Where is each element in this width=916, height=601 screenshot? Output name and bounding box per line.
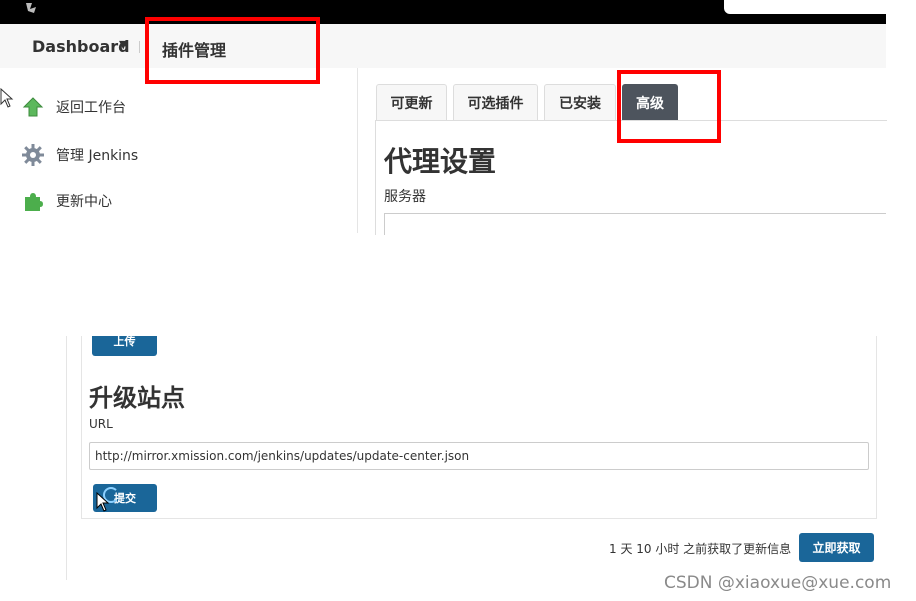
tab-available-plugins[interactable]: 可选插件 xyxy=(453,84,538,120)
server-input[interactable] xyxy=(384,213,886,235)
server-label: 服务器 xyxy=(384,189,426,205)
tab-installed[interactable]: 已安装 xyxy=(544,84,616,120)
upload-button-label: 上传 xyxy=(113,336,136,348)
fetch-now-button[interactable]: 立即获取 xyxy=(799,533,874,562)
watermark-text: CSDN @xiaoxue@xue.com xyxy=(664,573,892,593)
content-divider xyxy=(66,336,67,580)
sidebar-item-label: 管理 Jenkins xyxy=(56,148,139,164)
mouse-cursor-icon xyxy=(96,491,110,516)
breadcrumb-dashboard-link[interactable]: Dashboard xyxy=(32,37,130,56)
jenkins-logo-icon[interactable] xyxy=(18,0,48,13)
proxy-settings-heading: 代理设置 xyxy=(384,145,497,178)
sidebar-item-label: 更新中心 xyxy=(56,194,112,210)
puzzle-icon xyxy=(22,190,44,212)
sidebar-item-label: 返回工作台 xyxy=(56,100,126,116)
fetch-now-label: 立即获取 xyxy=(812,541,861,555)
chevron-down-icon[interactable]: ▼ xyxy=(119,38,127,51)
url-label: URL xyxy=(89,417,113,431)
breadcrumb xyxy=(0,24,886,68)
upload-button[interactable]: 上传 xyxy=(92,336,157,356)
arrow-up-icon xyxy=(22,96,44,118)
url-input[interactable]: http://mirror.xmission.com/jenkins/updat… xyxy=(89,442,869,470)
advanced-settings-panel xyxy=(81,336,877,519)
highlight-box-breadcrumb xyxy=(145,17,320,84)
sidebar-item-update-center[interactable]: 更新中心 xyxy=(22,189,112,213)
gear-icon xyxy=(22,144,44,166)
mouse-cursor-icon xyxy=(0,87,14,112)
tab-updates[interactable]: 可更新 xyxy=(376,84,447,120)
sidebar-item-back-to-dashboard[interactable]: 返回工作台 xyxy=(22,95,126,119)
update-site-heading: 升级站点 xyxy=(89,384,185,412)
sidebar-item-manage-jenkins[interactable]: 管理 Jenkins xyxy=(22,143,138,167)
update-info-text: 1 天 10 小时 之前获取了更新信息 xyxy=(609,542,792,556)
breadcrumb-separator xyxy=(139,41,140,53)
search-box[interactable] xyxy=(724,0,886,14)
highlight-box-advanced-tab xyxy=(617,70,721,143)
sidebar-divider xyxy=(357,68,358,233)
